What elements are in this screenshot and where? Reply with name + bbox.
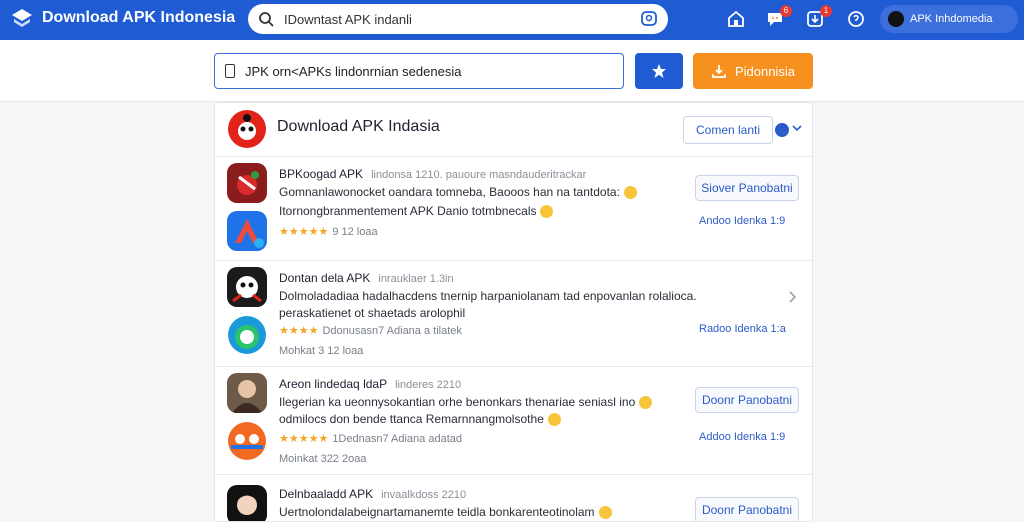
smile-emoji-icon (598, 506, 612, 520)
app-icon-portrait-2 (227, 485, 267, 521)
app-meta-line: Moinkat 322 2oaa (279, 453, 367, 465)
file-icon (225, 64, 235, 78)
card-title: Download APK Indasia (277, 118, 440, 135)
app-meta-line: Mohkat 3 12 loaa (279, 345, 364, 357)
ladybug-icon (228, 110, 266, 148)
download-button-label: Pidonnisia (735, 63, 795, 79)
smile-emoji-icon (623, 186, 637, 200)
app-icon-circle (227, 315, 267, 355)
app-icon-dark (227, 267, 267, 307)
chevron-down-icon[interactable] (792, 123, 802, 133)
download-badge: 1 (820, 5, 832, 17)
search-bar[interactable] (248, 4, 668, 34)
list-item[interactable]: Dontan dela APK inrauklaer 1.3in Dolmolad… (215, 261, 812, 367)
rating-stars: ★★★★ Ddonusasn7 Adiana a tilatek (279, 325, 462, 337)
app-action-button[interactable]: Doonr Panobatni (695, 387, 799, 413)
app-description: Gomnanlawonocket oandara tomneba, Baooos… (279, 185, 637, 200)
app-description-2: Itornongbranmentement APK Danio totmbnec… (279, 204, 554, 219)
app-link[interactable]: Addoo Idenka 1:9 (699, 431, 785, 443)
app-description: Dolmoladadiaa hadalhacdens tnernip harpa… (279, 289, 697, 303)
app-action-button[interactable]: Siover Panobatni (695, 175, 799, 201)
download-tray-icon (712, 65, 726, 78)
app-name: Delnbaaladd APK invaalkdoss 2210 (279, 487, 467, 501)
download-button[interactable]: Pidonnisia (693, 53, 813, 89)
list-item[interactable]: Delnbaaladd APK invaalkdoss 2210 Uertnolo… (215, 475, 812, 521)
smile-emoji-icon (547, 413, 561, 427)
star-icon (652, 64, 666, 78)
app-name: Dontan dela APK inrauklaer 1.3in (279, 271, 454, 285)
app-icon-orange (227, 421, 267, 461)
filter-input-value: JPK orn<APKs lindonrnian sedenesia (245, 63, 462, 79)
search-icon (259, 12, 274, 27)
app-description: Uertnolondalabeignartamanemte teidla bon… (279, 505, 612, 520)
list-item[interactable]: Areon lindedaq ldaP linderes 2210 Ilegeri… (215, 367, 812, 475)
chat-badge: 6 (780, 5, 792, 17)
list-item[interactable]: BPKoogad APK lindonsa 1210. pauoure masnd… (215, 157, 812, 261)
app-description: Ilegerian ka ueonnysokantian orhe benonk… (279, 395, 653, 410)
sort-dropdown[interactable]: Comen lanti (683, 116, 773, 144)
app-name: BPKoogad APK lindonsa 1210. pauoure masnd… (279, 167, 587, 181)
app-description-2: odmilocs don bende ttanca Remarnnangmols… (279, 412, 561, 427)
smile-emoji-icon (639, 396, 653, 410)
card-header: Download APK Indasia Comen lanti (215, 103, 812, 157)
app-name: Areon lindedaq ldaP linderes 2210 (279, 377, 462, 391)
site-title: Download APK Indonesia (42, 9, 236, 26)
app-action-button[interactable]: Doonr Panobatni (695, 497, 799, 521)
chat-icon[interactable]: 6 (764, 5, 792, 30)
rating-stars: ★★★★★ 9 12 loaa (279, 226, 378, 238)
favorite-button[interactable] (635, 53, 683, 89)
app-link[interactable]: Radoo Idenka 1:a (699, 323, 786, 335)
app-icon-shield (227, 211, 267, 251)
sort-label: Comen lanti (695, 123, 761, 137)
app-icon-red (227, 163, 267, 203)
site-logo[interactable]: Download APK Indonesia (10, 7, 235, 29)
avatar (888, 11, 904, 27)
app-icon-portrait (227, 373, 267, 413)
filter-input[interactable]: JPK orn<APKs lindonrnian sedenesia (214, 53, 624, 89)
top-bar: Download APK Indonesia 6 1 APK Inhdomedi… (0, 0, 1024, 40)
home-icon[interactable] (725, 8, 747, 30)
smile-emoji-icon (540, 205, 554, 219)
user-menu[interactable]: APK Inhdomedia (880, 5, 1018, 33)
user-label: APK Inhdomedia (910, 13, 993, 25)
search-input[interactable] (284, 11, 640, 27)
chevron-right-icon[interactable] (787, 291, 797, 303)
app-list-card: Download APK Indasia Comen lanti BPKooga… (214, 102, 813, 522)
logo-icon (12, 9, 32, 27)
assistant-icon[interactable] (640, 10, 658, 28)
verified-icon (775, 123, 789, 137)
rating-stars: ★★★★★ 1Dednasn7 Adiana adatad (279, 433, 462, 445)
help-icon[interactable] (845, 8, 867, 30)
download-icon[interactable]: 1 (804, 5, 832, 30)
toolbar: JPK orn<APKs lindonrnian sedenesia Pidon… (0, 40, 1024, 102)
app-link[interactable]: Andoo Idenka 1:9 (699, 215, 785, 227)
app-description-2: peraskatienet ot shaetads arolophil (279, 306, 466, 320)
